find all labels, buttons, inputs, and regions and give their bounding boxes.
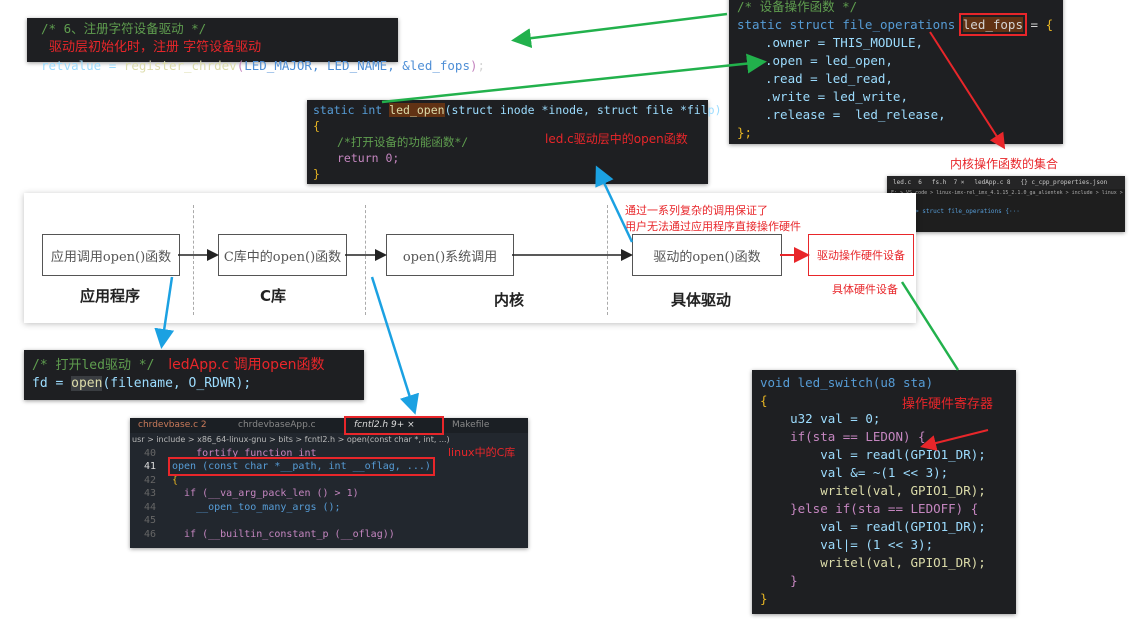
file-operations-snippet: /* 设备操作函数 */ static struct file_operatio…	[729, 0, 1063, 144]
code-line: .owner = THIS_MODULE,	[765, 35, 924, 50]
driver-open-box: 驱动的open()函数	[632, 234, 782, 276]
divider	[193, 205, 194, 315]
clib-open-box: C库中的open()函数	[218, 234, 347, 276]
code-line: open (const char *__path, int __oflag, .…	[168, 457, 435, 476]
layer-label: C库	[260, 287, 287, 305]
editor-tab[interactable]: Makefile	[442, 418, 489, 433]
line-number: 40	[144, 447, 157, 459]
editor-tab[interactable]: fs.h 7 ×	[932, 178, 965, 187]
annotation: 通过一系列复杂的调用保证了	[625, 204, 768, 217]
code-function: register_chrdev	[123, 58, 237, 73]
editor-tab[interactable]: chrdevbaseApp.c	[238, 418, 346, 433]
breadcrumb: usr > include > x86_64-linux-gnu > bits …	[132, 435, 450, 444]
code-comment: /* 打开led驱动 */	[32, 358, 155, 373]
editor-tab-active[interactable]: fcntl2.h 9+ ×	[344, 416, 444, 435]
led-switch-snippet: void led_switch(u8 sta) { u32 val = 0; i…	[752, 370, 1016, 614]
code-text: static struct file_operations	[737, 17, 963, 32]
code-line: > struct file_operations {···	[915, 208, 1020, 215]
code-line: if(sta == LEDON) {	[760, 429, 926, 444]
hardware-box: 驱动操作硬件设备	[808, 234, 914, 276]
led-fops-highlight: led_fops	[958, 13, 1028, 36]
code-line: }	[760, 573, 798, 588]
editor-tab[interactable]: led.c 6	[893, 178, 922, 187]
code-args: (filename, O_RDWR);	[102, 376, 252, 391]
code-line: writel(val, GPIO1_DR);	[760, 555, 986, 570]
editor-tab[interactable]: {} c_cpp_properties.json	[1021, 178, 1108, 187]
code-line: }	[760, 591, 768, 606]
code-line: __fortify_function int	[172, 447, 317, 459]
line-number: 44	[144, 501, 157, 513]
code-comment: /* 设备操作函数 */	[737, 0, 858, 14]
fs-h-editor-panel: led.c 6 fs.h 7 × ledApp.c 8 {} c_cpp_proper…	[887, 176, 1125, 232]
code-line: val &= ~(1 << 3);	[760, 465, 949, 480]
layer-label: 具体驱动	[671, 291, 732, 309]
divider	[365, 205, 366, 315]
line-number: 45	[144, 515, 157, 526]
code-line: .open = led_open,	[765, 53, 893, 68]
code-function: open	[71, 376, 103, 391]
divider	[607, 205, 608, 315]
annotation: ledApp.c 调用open函数	[168, 357, 325, 373]
annotation: led.c驱动层中的open函数	[545, 132, 688, 146]
code-line: val = readl(GPIO1_DR);	[760, 447, 986, 462]
fcntl-editor-panel: chrdevbase.c 2 chrdevbaseApp.c fcntl2.h …	[130, 416, 528, 548]
annotation: 操作硬件寄存器	[902, 397, 994, 412]
code-line: .write = led_write,	[765, 89, 908, 104]
line-number: 42	[144, 474, 157, 486]
code-comment: /* 6、注册字符设备驱动 */	[41, 21, 207, 36]
annotation: 内核操作函数的集合	[950, 157, 1059, 171]
line-number: 43	[144, 488, 157, 499]
breadcrumb: F: > VS_code > linux-imx-rel_imx_4.1.15_…	[891, 190, 1125, 196]
register-chrdev-snippet: /* 6、注册字符设备驱动 */ 驱动层初始化时，注册 字符设备驱动 retva…	[27, 18, 485, 73]
code-args: (struct inode *inode, struct file *filp)	[444, 103, 722, 117]
code-line: return 0;	[337, 151, 400, 165]
code-text: fd =	[32, 376, 72, 391]
line-number: 41	[144, 461, 157, 472]
line-number: 46	[144, 528, 157, 540]
code-line: if (__va_arg_pack_len () > 1)	[172, 488, 359, 499]
code-line: .release = led_release,	[765, 107, 946, 122]
app-open-box: 应用调用open()函数	[42, 234, 180, 276]
led-open-highlight: led_open	[389, 103, 445, 117]
code-line: {	[172, 474, 179, 486]
code-text: static int	[313, 103, 390, 117]
code-line: void led_switch(u8 sta)	[760, 375, 934, 390]
green-arrow	[511, 12, 728, 49]
layer-label: 应用程序	[80, 287, 141, 305]
annotation: 用户无法通过应用程序直接操作硬件	[625, 220, 801, 233]
code-line: __open_too_many_args ();	[172, 501, 341, 513]
call-flow-diagram: 应用调用open()函数 C库中的open()函数 open()系统调用 驱动的…	[24, 193, 916, 323]
annotation: linux中的C库	[448, 446, 516, 459]
syscall-open-box: open()系统调用	[386, 234, 514, 276]
code-line: }else if(sta == LEDOFF) {	[760, 501, 979, 516]
code-line: val|= (1 << 3);	[760, 537, 934, 552]
editor-tab[interactable]: chrdevbase.c 2	[130, 418, 238, 433]
code-args: LED_MAJOR, LED_NAME, &led_fops	[244, 58, 470, 73]
annotation: 具体硬件设备	[832, 283, 898, 296]
code-line: val = readl(GPIO1_DR);	[760, 519, 986, 534]
layer-label: 内核	[494, 291, 525, 309]
code-line: if (__builtin_constant_p (__oflag))	[172, 528, 395, 540]
code-line: }	[313, 167, 320, 181]
code-line: .read = led_read,	[765, 71, 893, 86]
code-text: retvalue =	[41, 58, 124, 73]
led-open-snippet: static int led_open(struct inode *inode,…	[307, 100, 722, 184]
code-line: };	[737, 125, 753, 140]
code-line: writel(val, GPIO1_DR);	[760, 483, 986, 498]
editor-tab[interactable]: ledApp.c 8	[974, 178, 1010, 187]
annotation: 驱动层初始化时，注册 字符设备驱动	[49, 40, 262, 55]
led-app-snippet: /* 打开led驱动 */ ledApp.c 调用open函数 fd = ope…	[24, 350, 364, 400]
